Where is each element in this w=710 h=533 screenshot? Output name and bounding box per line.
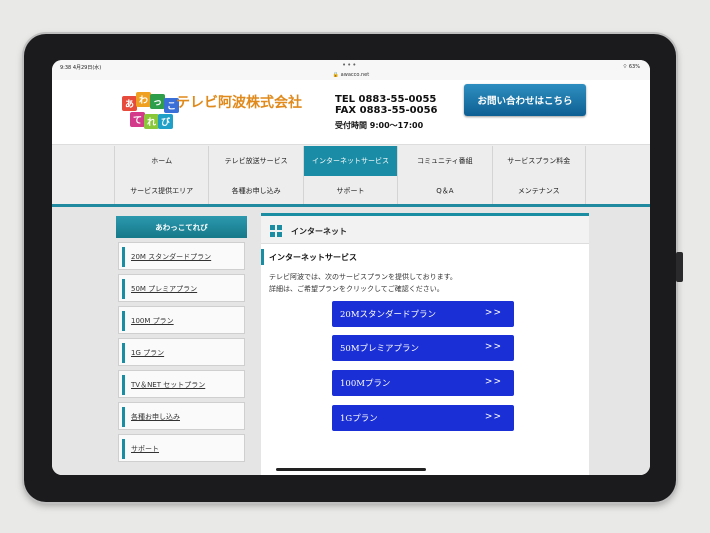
plan-button-label: 20Mスタンダードプラン	[340, 310, 437, 320]
arrow-icon: >>	[484, 412, 502, 422]
sidebar-item-label: 50M プレミアプラン	[131, 285, 198, 293]
plan-button-label: 50Mプレミアプラン	[340, 344, 420, 354]
nav-item-applications[interactable]: 各種お申し込み	[208, 176, 302, 206]
content-area: あわっこてれび 20M スタンダードプラン 50M プレミアプラン 100M プ…	[52, 207, 650, 475]
contact-numbers: TEL 0883-55-0055 FAX 0883-55-0056	[335, 94, 438, 116]
logo-cube: わ	[136, 92, 151, 107]
plan-button-label: 100Mプラン	[340, 379, 391, 389]
sidebar-item-support[interactable]: サポート	[118, 434, 245, 462]
plan-button-20m[interactable]: 20Mスタンダードプラン >>	[332, 301, 514, 327]
nav-item-qa[interactable]: Q＆A	[397, 176, 491, 206]
home-indicator[interactable]	[276, 468, 426, 471]
arrow-icon: >>	[484, 308, 502, 318]
company-name: テレビ阿波株式会社	[176, 95, 302, 111]
status-time: 9:38 4月29日(水)	[60, 65, 102, 71]
tel-number: TEL 0883-55-0055	[335, 94, 437, 105]
nav-row-1: ホーム テレビ放送サービス インターネットサービス コミュニティ番組 サービスプ…	[114, 146, 586, 176]
sidebar-item-applications[interactable]: 各種お申し込み	[118, 402, 245, 430]
nav-item-pricing[interactable]: サービスプラン料金	[491, 146, 586, 176]
nav-row-2: サービス提供エリア 各種お申し込み サポート Q＆A メンテナンス	[114, 176, 586, 206]
plan-button-1g[interactable]: 1Gプラン >>	[332, 405, 514, 431]
nav-item-support[interactable]: サポート	[302, 176, 397, 206]
sidebar-item-label: 1G プラン	[131, 349, 165, 357]
multitask-dots-icon[interactable]: •••	[342, 61, 357, 69]
tablet-side-button	[676, 252, 683, 282]
business-hours: 受付時間 9:00〜17:00	[335, 121, 424, 130]
logo-cube: あ	[122, 96, 137, 111]
tablet-screen: 9:38 4月29日(水) ••• 🔒 awacco.net ⌔ 63% あ わ…	[52, 60, 650, 475]
sidebar-item-20m-standard[interactable]: 20M スタンダードプラン	[118, 242, 245, 270]
nav-item-maintenance[interactable]: メンテナンス	[491, 176, 586, 206]
sidebar-item-label: 20M スタンダードプラン	[131, 253, 212, 261]
sidebar-item-label: サポート	[131, 445, 159, 453]
contact-button[interactable]: お問い合わせはこちら	[464, 84, 586, 116]
address-bar[interactable]: 🔒 awacco.net	[52, 72, 650, 78]
global-nav: ホーム テレビ放送サービス インターネットサービス コミュニティ番組 サービスプ…	[52, 144, 650, 206]
logo-cube: れ	[144, 114, 159, 129]
plan-button-100m[interactable]: 100Mプラン >>	[332, 370, 514, 396]
status-bar: 9:38 4月29日(水) ••• 🔒 awacco.net ⌔ 63%	[52, 60, 650, 80]
nav-item-internet-service[interactable]: インターネットサービス	[302, 146, 398, 176]
sidebar-item-label: TV＆NET セットプラン	[131, 381, 206, 389]
sidebar-item-1g[interactable]: 1G プラン	[118, 338, 245, 366]
plan-button-label: 1Gプラン	[340, 414, 378, 424]
description-line: テレビ阿波では、次のサービスプランを提供しております。	[269, 273, 457, 281]
logo-cube: っ	[150, 94, 165, 109]
section-title: インターネット	[291, 227, 347, 236]
plan-button-50m[interactable]: 50Mプレミアプラン >>	[332, 335, 514, 361]
sidebar-item-100m[interactable]: 100M プラン	[118, 306, 245, 334]
sidebar-item-label: 各種お申し込み	[131, 413, 180, 421]
sidebar-item-50m-premier[interactable]: 50M プレミアプラン	[118, 274, 245, 302]
arrow-icon: >>	[484, 377, 502, 387]
section-header: インターネット	[261, 216, 589, 244]
sidebar-item-tv-net-set[interactable]: TV＆NET セットプラン	[118, 370, 245, 398]
sidebar-item-label: 100M プラン	[131, 317, 174, 325]
logo-cube: て	[130, 112, 145, 127]
fax-number: FAX 0883-55-0056	[335, 105, 438, 116]
sub-header: インターネットサービス	[261, 249, 589, 265]
description-line: 詳細は、ご希望プランをクリックしてご確認ください。	[269, 285, 444, 293]
grid-icon	[270, 225, 282, 237]
nav-item-home[interactable]: ホーム	[114, 146, 208, 176]
url-text: awacco.net	[340, 72, 370, 78]
battery-indicator: ⌔ 63%	[622, 64, 640, 70]
nav-item-tv-service[interactable]: テレビ放送サービス	[208, 146, 302, 176]
nav-item-service-area[interactable]: サービス提供エリア	[114, 176, 208, 206]
main-panel: インターネット インターネットサービス テレビ阿波では、次のサービスプランを提供…	[261, 213, 589, 475]
arrow-icon: >>	[484, 342, 502, 352]
battery-level: 63%	[628, 64, 640, 70]
description: テレビ阿波では、次のサービスプランを提供しております。 詳細は、ご希望プランをク…	[269, 271, 457, 295]
site-header: あ わ っ こ て れ び テレビ阿波株式会社 TEL 0883-55-0055…	[52, 80, 650, 144]
sub-title: インターネットサービス	[269, 253, 357, 262]
sidebar-title: あわっこてれび	[116, 216, 247, 238]
sidebar: あわっこてれび 20M スタンダードプラン 50M プレミアプラン 100M プ…	[116, 216, 247, 462]
nav-item-community[interactable]: コミュニティ番組	[397, 146, 491, 176]
logo-cube: び	[158, 114, 173, 129]
